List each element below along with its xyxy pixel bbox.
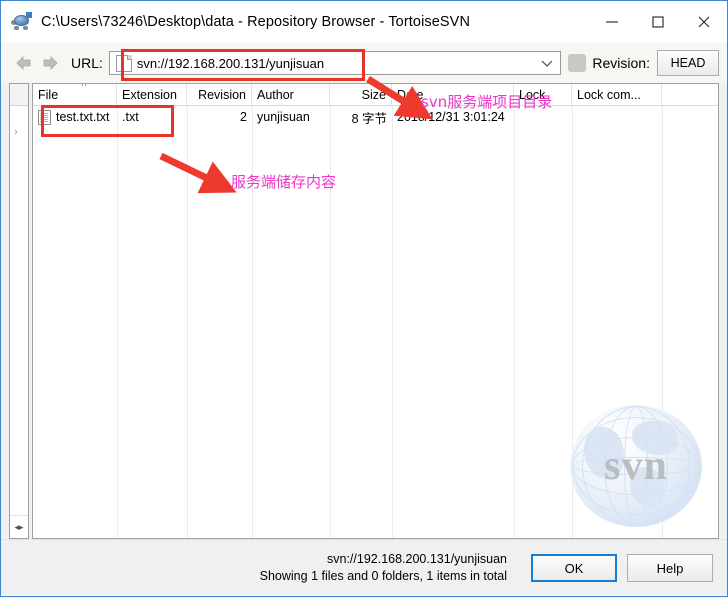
repository-browser-window: C:\Users\73246\Desktop\data - Repository… <box>0 0 728 597</box>
column-header-author[interactable]: Author <box>252 84 330 105</box>
column-grid-lines <box>33 105 718 538</box>
column-header-lock-comment[interactable]: Lock com... <box>572 84 662 105</box>
url-label: URL: <box>71 55 103 71</box>
close-button[interactable] <box>681 1 727 43</box>
window-controls <box>589 1 727 43</box>
revision-head-button[interactable]: HEAD <box>657 50 719 76</box>
help-button[interactable]: Help <box>627 554 713 582</box>
url-input[interactable]: svn://192.168.200.131/yunjisuan <box>137 56 535 71</box>
url-combobox[interactable]: svn://192.168.200.131/yunjisuan <box>108 51 562 75</box>
cell-revision: 2 <box>240 110 247 124</box>
list-column-headers: File ˄ Extension Revision Author Size Da… <box>33 84 718 106</box>
tree-panel-header <box>10 84 28 106</box>
repository-file-list[interactable]: File ˄ Extension Revision Author Size Da… <box>32 83 719 539</box>
cell-date: 2018/12/31 3:01:24 <box>397 110 505 124</box>
revision-icon <box>568 54 587 72</box>
column-header-lock-comment-label: Lock com... <box>577 87 641 102</box>
tree-expand-handle[interactable]: › <box>10 106 28 515</box>
browser-body: › ◂▸ File ˄ Extension Revision Author Si… <box>1 83 727 539</box>
chevron-right-icon: › <box>14 126 18 138</box>
globe-icon <box>570 405 702 527</box>
watermark-label: svn <box>604 443 668 489</box>
forward-button[interactable] <box>37 51 63 75</box>
cell-author: yunjisuan <box>257 110 310 124</box>
status-counts: Showing 1 files and 0 folders, 1 items i… <box>259 569 507 583</box>
table-row[interactable]: test.txt.txt .txt 2 yunjisuan 8 字节 2018/… <box>33 106 718 128</box>
revision-label: Revision: <box>592 55 650 71</box>
maximize-button[interactable] <box>635 1 681 43</box>
column-header-size[interactable]: Size <box>330 84 392 105</box>
tree-splitter-handle[interactable]: ◂▸ <box>10 515 28 538</box>
status-url: svn://192.168.200.131/yunjisuan <box>327 552 507 566</box>
ok-button[interactable]: OK <box>531 554 617 582</box>
window-title: C:\Users\73246\Desktop\data - Repository… <box>41 14 471 30</box>
repository-tree-panel[interactable]: › ◂▸ <box>9 83 29 539</box>
tortoisesvn-icon <box>11 11 33 33</box>
cell-extension: .txt <box>122 110 139 124</box>
column-header-lock[interactable]: Lock <box>514 84 572 105</box>
svn-watermark: svn <box>570 405 710 530</box>
column-header-author-label: Author <box>257 87 294 102</box>
column-header-extension[interactable]: Extension <box>117 84 187 105</box>
column-header-revision[interactable]: Revision <box>187 84 252 105</box>
cell-file: test.txt.txt <box>33 109 117 125</box>
minimize-button[interactable] <box>589 1 635 43</box>
column-header-size-label: Size <box>361 87 386 102</box>
cell-size: 8 字节 <box>351 111 387 126</box>
column-header-date[interactable]: Date <box>392 84 514 105</box>
column-header-file-label: File <box>38 87 59 102</box>
column-header-lock-label: Lock <box>519 87 546 102</box>
title-bar: C:\Users\73246\Desktop\data - Repository… <box>1 1 727 43</box>
url-toolbar: URL: svn://192.168.200.131/yunjisuan Rev… <box>1 43 727 83</box>
status-text: svn://192.168.200.131/yunjisuan Showing … <box>260 551 507 585</box>
column-header-extension-label: Extension <box>122 87 177 102</box>
column-header-revision-label: Revision <box>198 87 246 102</box>
repository-file-icon <box>115 54 132 72</box>
dialog-footer: svn://192.168.200.131/yunjisuan Showing … <box>1 539 727 596</box>
back-button[interactable] <box>11 51 37 75</box>
cell-file-label: test.txt.txt <box>56 110 110 124</box>
text-file-icon <box>38 109 51 125</box>
column-header-date-label: Date <box>397 87 424 102</box>
chevron-down-icon[interactable] <box>534 59 560 68</box>
column-header-file[interactable]: File ˄ <box>33 84 117 105</box>
file-list-rows: test.txt.txt .txt 2 yunjisuan 8 字节 2018/… <box>33 106 718 128</box>
sort-ascending-icon: ˄ <box>81 84 87 90</box>
